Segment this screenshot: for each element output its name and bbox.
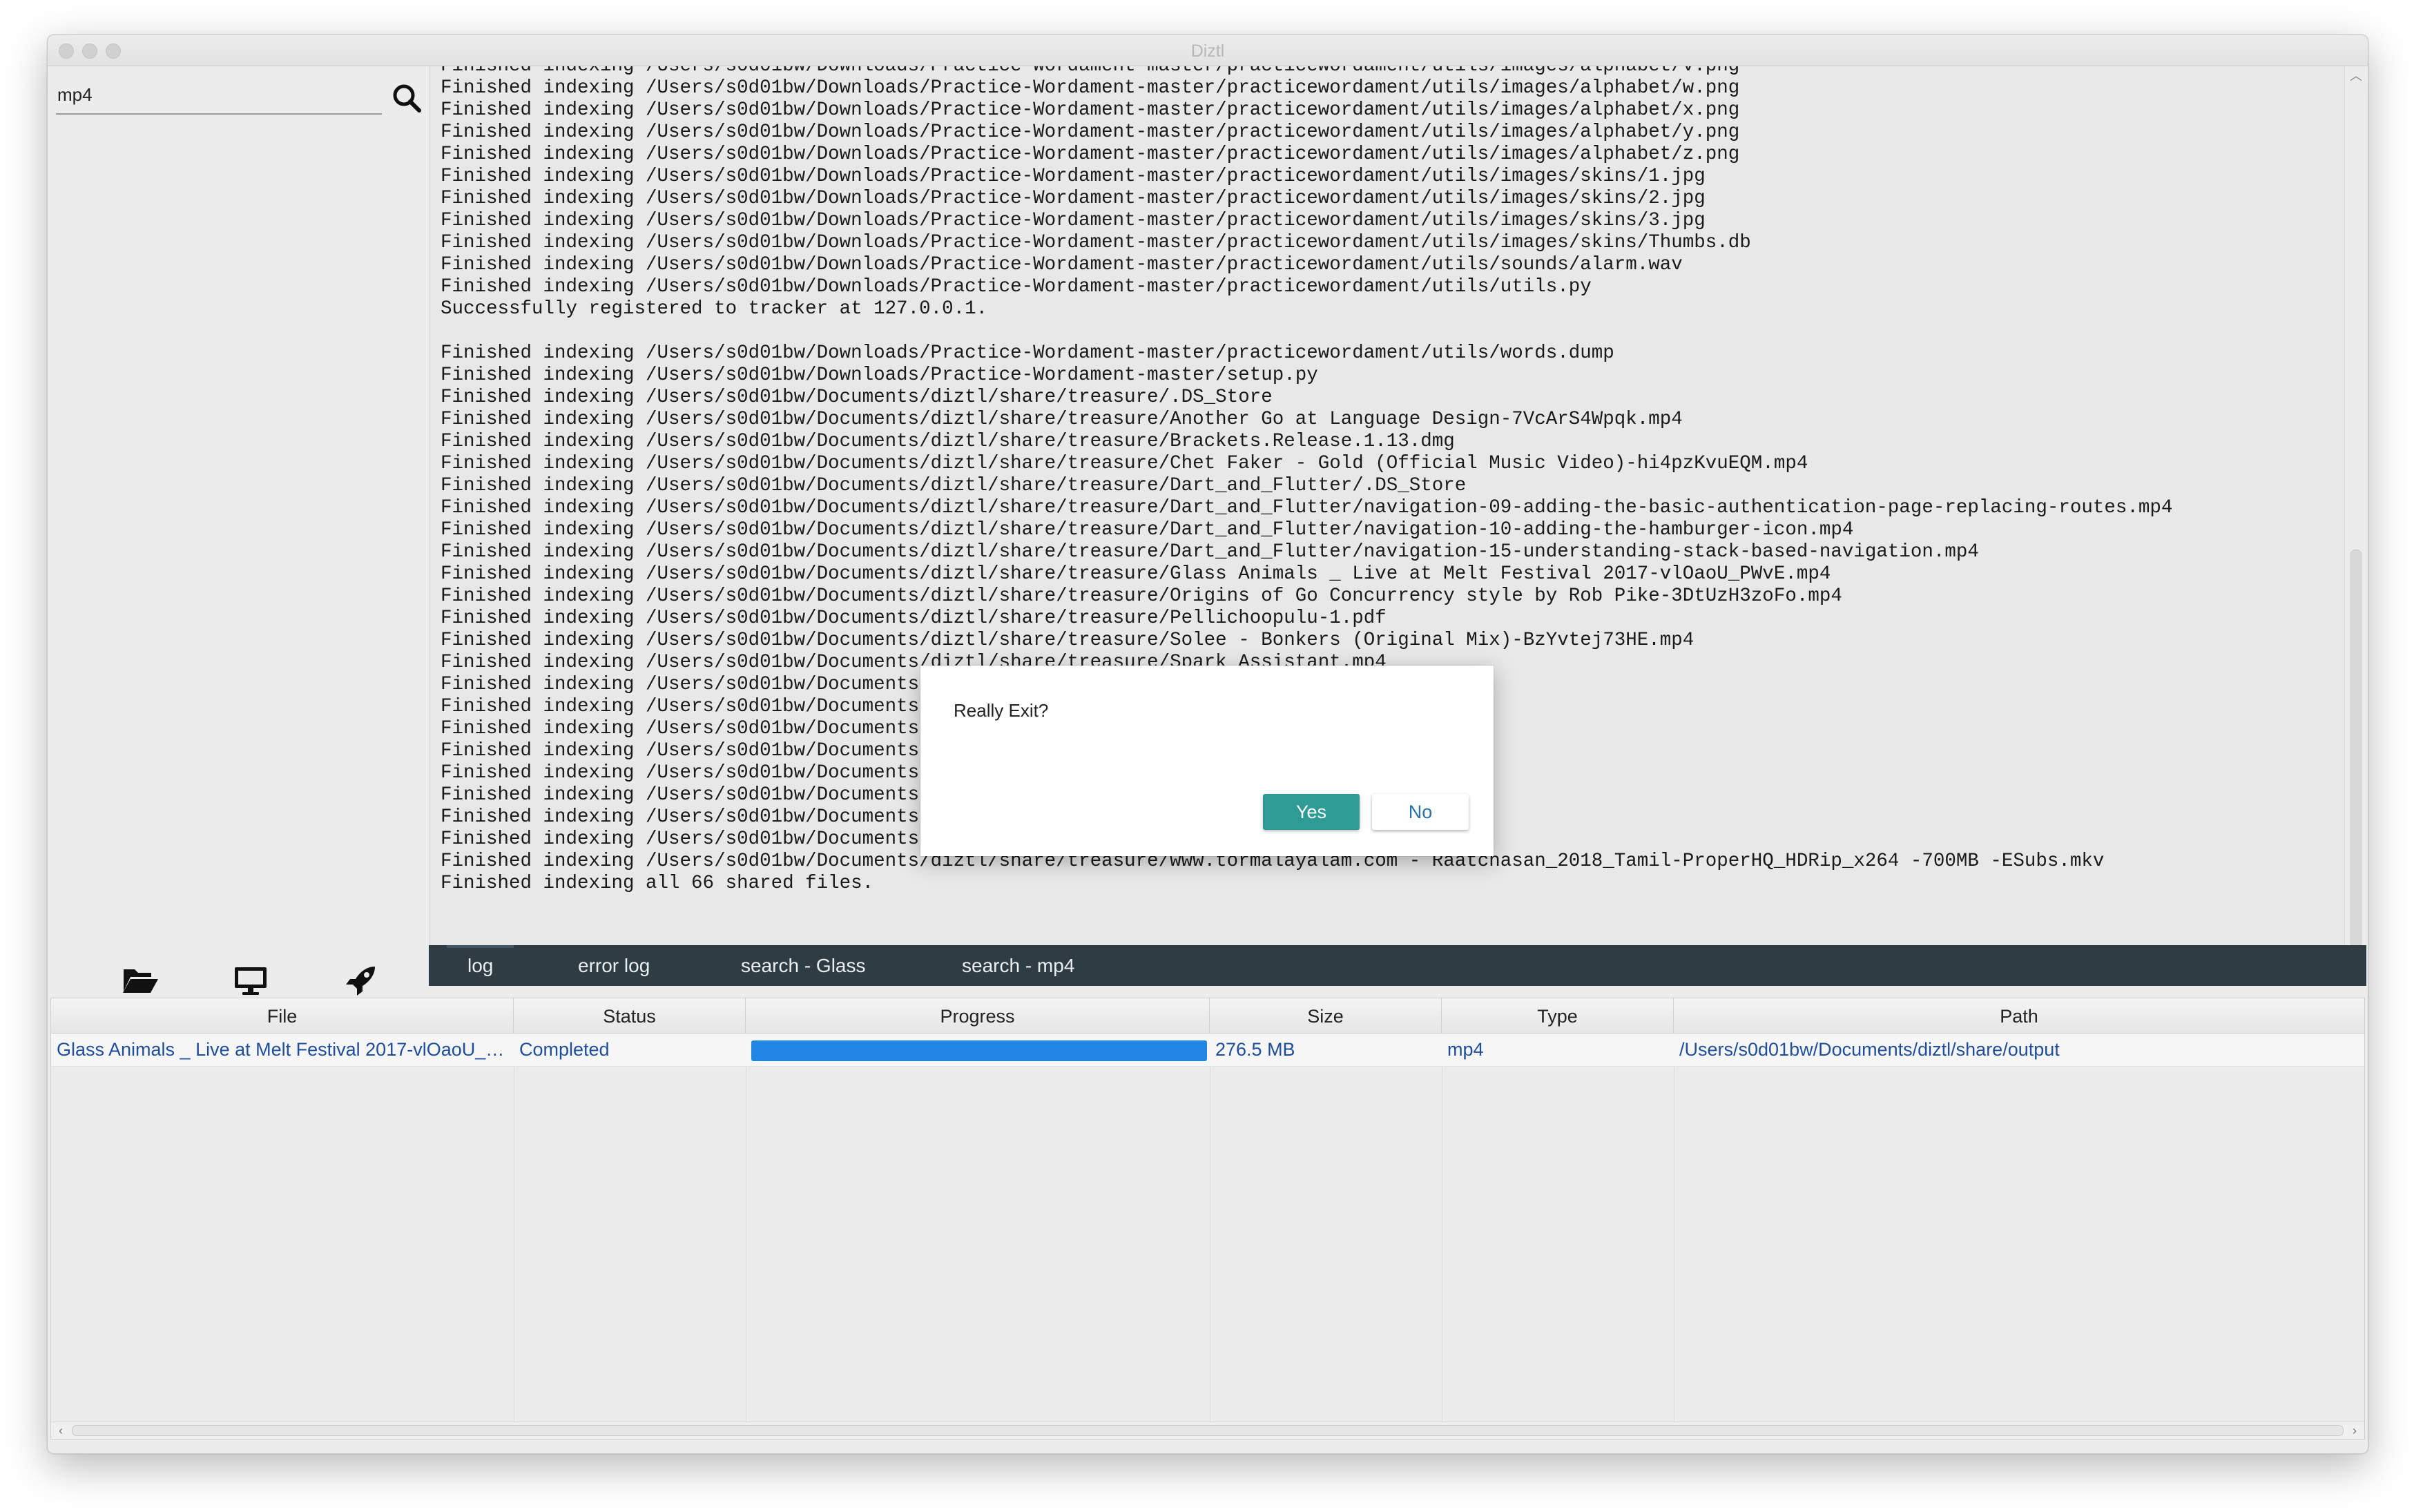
downloads-table: File Status Progress Size Type Path Glas… — [50, 998, 2365, 1440]
scroll-up-icon[interactable]: ︿ — [2349, 69, 2363, 83]
sidebar — [48, 66, 427, 996]
folder-open-icon — [123, 969, 158, 993]
progress-fill — [751, 1040, 1207, 1061]
connect-tracker-button[interactable] — [231, 964, 270, 998]
search-icon — [393, 84, 421, 113]
column-header-file[interactable]: File — [51, 998, 514, 1033]
scroll-right-icon[interactable]: › — [2346, 1422, 2363, 1439]
tab-log[interactable]: log — [446, 945, 515, 986]
table-header: File Status Progress Size Type Path — [51, 998, 2364, 1034]
cell-file: Glass Animals _ Live at Melt Festival 20… — [57, 1039, 514, 1060]
search-input[interactable] — [56, 76, 382, 115]
dialog-message: Really Exit? — [954, 700, 1049, 721]
table-horizontal-scrollbar[interactable]: ‹ › — [51, 1422, 2364, 1439]
scroll-left-icon[interactable]: ‹ — [52, 1422, 69, 1439]
cell-path: /Users/s0d01bw/Documents/diztl/share/out… — [1679, 1039, 2060, 1060]
title-bar[interactable]: Diztl — [48, 35, 2368, 66]
window-title: Diztl — [1190, 41, 1225, 61]
cell-size: 276.5 MB — [1215, 1039, 1295, 1060]
cell-status: Completed — [519, 1039, 610, 1060]
tab-search-mp4[interactable]: search - mp4 — [962, 945, 1074, 986]
table-scrollbar-thumb[interactable] — [72, 1425, 2344, 1436]
log-scrollbar[interactable]: ︿ ﹀ — [2344, 66, 2367, 979]
column-header-progress[interactable]: Progress — [746, 998, 1210, 1033]
yes-button[interactable]: Yes — [1263, 794, 1360, 830]
column-header-path[interactable]: Path — [1674, 998, 2364, 1033]
rocket-icon — [346, 967, 375, 996]
column-header-status[interactable]: Status — [514, 998, 746, 1033]
column-header-size[interactable]: Size — [1210, 998, 1442, 1033]
browse-folder-button[interactable] — [121, 964, 160, 998]
monitor-icon — [235, 967, 267, 995]
exit-confirm-dialog: Really Exit? Yes No — [920, 666, 1494, 856]
no-button[interactable]: No — [1372, 794, 1469, 830]
column-header-type[interactable]: Type — [1442, 998, 1674, 1033]
search-button[interactable] — [390, 81, 425, 116]
tab-search-glass[interactable]: search - Glass — [741, 945, 866, 986]
cell-type: mp4 — [1447, 1039, 1484, 1060]
log-scrollbar-thumb[interactable] — [2350, 550, 2362, 951]
tab-error-log[interactable]: error log — [578, 945, 650, 986]
tab-bar: log error log search - Glass search - mp… — [429, 945, 2366, 986]
download-progress-bar — [751, 1040, 1207, 1061]
table-row[interactable]: Glass Animals _ Live at Melt Festival 20… — [51, 1034, 2364, 1067]
launch-button[interactable] — [343, 964, 382, 998]
